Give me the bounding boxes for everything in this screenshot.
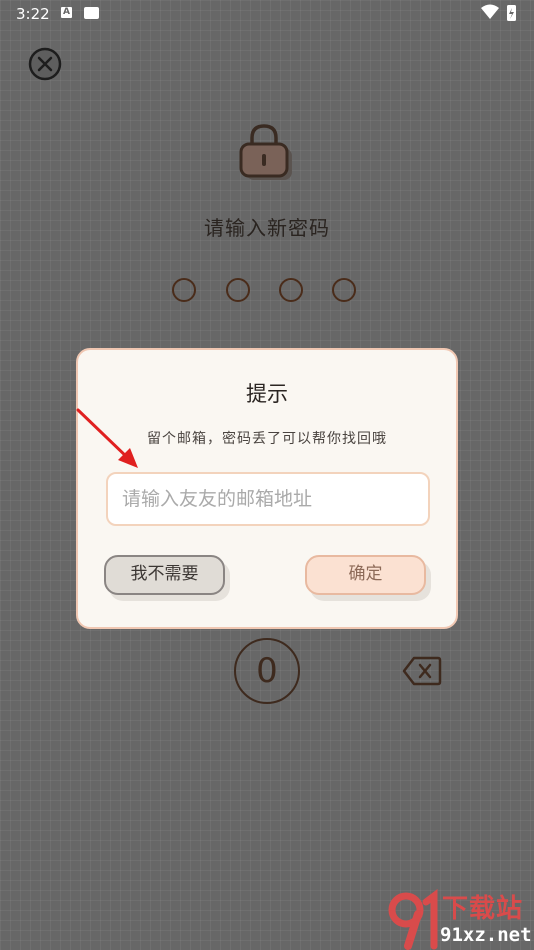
pin-dot: [332, 278, 356, 302]
watermark-91-icon: [388, 889, 438, 950]
confirm-button[interactable]: 确定: [305, 555, 426, 595]
prompt-title: 请输入新密码: [204, 216, 330, 240]
pin-dot: [226, 278, 250, 302]
email-input[interactable]: [106, 472, 430, 526]
status-time: 3:22: [16, 5, 50, 23]
watermark-logo: 下载站 91xz.net: [386, 888, 534, 950]
lock-icon: [236, 122, 296, 184]
dialog-title: 提示: [246, 382, 288, 406]
keypad-key-0[interactable]: 0: [234, 638, 300, 704]
status-right-icons: [480, 4, 520, 26]
watermark-text: 下载站: [442, 894, 524, 924]
notification-a-icon: A: [61, 7, 72, 18]
email-prompt-dialog: 提示 留个邮箱，密码丢了可以帮你找回哦 我不需要 确定: [76, 348, 458, 629]
pin-dot: [172, 278, 196, 302]
message-icon: [84, 7, 99, 19]
watermark-url: 91xz.net: [440, 924, 532, 946]
status-bar: 3:22 A: [0, 0, 534, 28]
pin-indicator: [172, 278, 362, 308]
backspace-button[interactable]: [402, 655, 442, 687]
close-circle-icon: [28, 47, 62, 81]
pin-dot: [279, 278, 303, 302]
cancel-button[interactable]: 我不需要: [104, 555, 225, 595]
wifi-icon: [481, 4, 499, 19]
close-button[interactable]: [28, 47, 62, 81]
red-arrow-annotation: [76, 408, 138, 468]
backspace-icon: [402, 656, 442, 686]
